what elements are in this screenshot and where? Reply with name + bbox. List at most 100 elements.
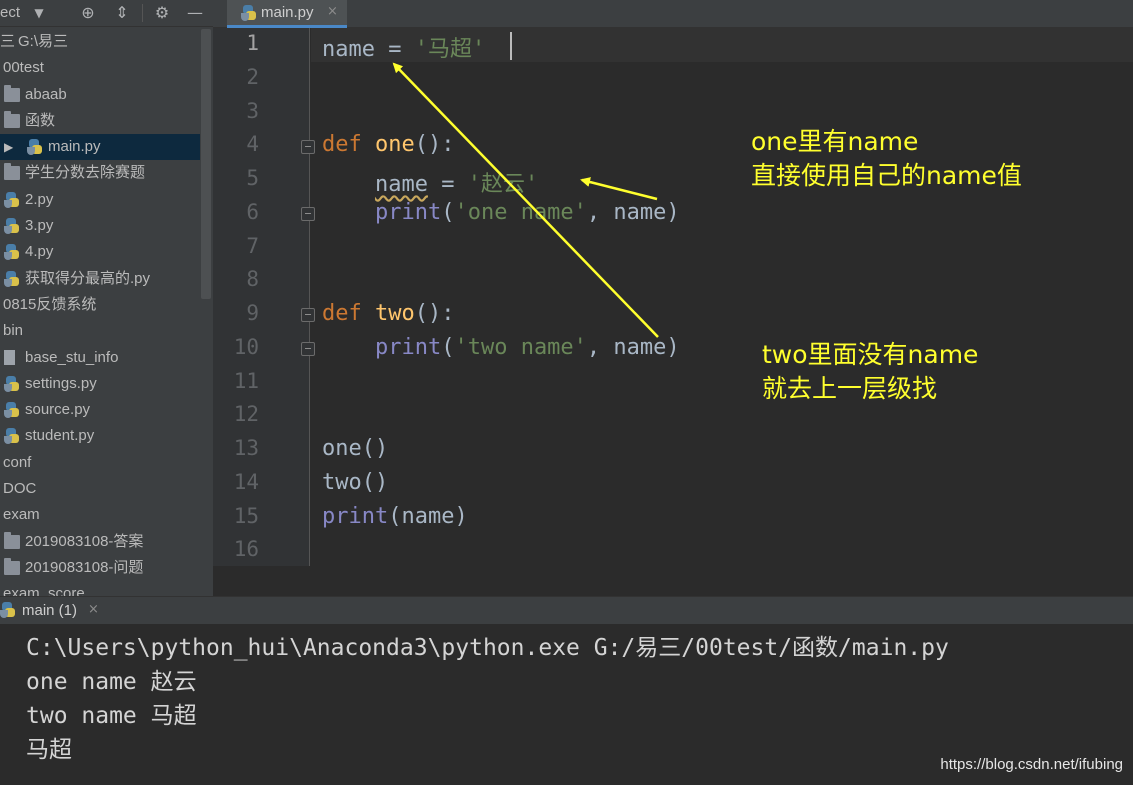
code-editor[interactable]: 1 2 3 4 5 6 7 8 9 10 11 12 13 14 15 16 name = '马超' def … — [213, 28, 1133, 566]
python-file-icon — [27, 139, 43, 156]
line-number: 7 — [246, 233, 259, 258]
project-tree: 三 G:\易三 00test abaab 函数 ▶ main.py 学生分数去除赛题 2.py 3… — [0, 29, 200, 596]
tree-item[interactable]: exam — [0, 502, 200, 528]
code-line-13: one() — [322, 436, 389, 461]
code-line-10: print('two name', name) — [374, 335, 680, 360]
collapse-icon[interactable]: ⇕ — [113, 3, 131, 23]
line-number: 12 — [233, 402, 259, 427]
tree-item[interactable]: exam_score — [0, 581, 200, 596]
tree-item-label: 0815反馈系统 — [3, 295, 97, 313]
folder-icon — [4, 531, 20, 549]
line-number: 6 — [246, 199, 259, 224]
tab-label: main.py — [261, 4, 314, 21]
tree-item-label: 2.py — [25, 190, 54, 208]
tree-item-label: 获取得分最高的.py — [25, 269, 151, 287]
tree-item[interactable]: 获取得分最高的.py — [0, 266, 200, 292]
line-number: 9 — [246, 301, 259, 325]
line-number: 14 — [233, 469, 259, 494]
tree-item[interactable]: base_stu_info — [0, 345, 200, 371]
tree-item-label: abaab — [25, 85, 67, 103]
tree-item[interactable]: 学生分数去除赛题 — [0, 160, 200, 186]
python-file-icon — [4, 270, 20, 287]
tree-item[interactable]: 函数 — [0, 108, 200, 134]
tree-item[interactable]: student.py — [0, 423, 200, 449]
watermark: https://blog.csdn.net/ifubing — [940, 756, 1123, 773]
code-line-5: name = '赵云' — [374, 172, 539, 197]
code-line-15: print(name) — [322, 504, 468, 529]
tree-item-label: 00test — [3, 59, 44, 77]
tree-item-label: 函数 — [25, 111, 56, 129]
tree-item[interactable]: 00test — [0, 55, 200, 81]
line-gutter: 1 2 3 4 5 6 7 8 9 10 11 12 13 14 15 16 — [213, 28, 310, 566]
chevron-down-icon[interactable]: ▼ — [30, 3, 48, 23]
code-line-4: def one(): — [322, 132, 455, 157]
folder-icon — [4, 557, 20, 575]
tree-item[interactable]: 0815反馈系统 — [0, 292, 200, 318]
fold-marker[interactable] — [301, 207, 315, 221]
tree-item-label: exam — [3, 506, 40, 524]
line-number: 1 — [246, 31, 259, 55]
crosshair-icon[interactable]: ⊕ — [79, 3, 97, 23]
expand-arrow-icon[interactable]: ▶ — [4, 134, 13, 160]
tree-item[interactable]: 3.py — [0, 213, 200, 239]
gear-icon[interactable]: ⚙ — [153, 3, 171, 23]
fold-marker[interactable] — [301, 308, 315, 322]
tree-item[interactable]: 2.py — [0, 187, 200, 213]
tree-item-label: student.py — [25, 427, 95, 445]
code-line-9: def two(): — [322, 301, 455, 326]
line-number: 4 — [246, 132, 259, 157]
tree-item[interactable]: 2019083108-答案 — [0, 529, 200, 555]
tree-item[interactable]: ▶ main.py — [0, 134, 200, 161]
text-caret — [510, 32, 512, 60]
tree-item[interactable]: abaab — [0, 82, 200, 108]
folder-icon — [4, 163, 20, 181]
code-line-6: print('one name', name) — [374, 200, 680, 225]
console-line: 马超 — [26, 737, 72, 763]
line-number: 8 — [246, 267, 259, 292]
tree-item[interactable]: conf — [0, 450, 200, 476]
line-number: 3 — [246, 98, 259, 123]
minus-icon[interactable]: — — [186, 3, 204, 23]
tree-item[interactable]: 三 G:\易三 — [0, 29, 200, 55]
tree-item-label: 2019083108-问题 — [25, 558, 144, 576]
fold-marker[interactable] — [301, 342, 315, 356]
python-file-icon — [241, 5, 257, 21]
line-number: 5 — [246, 166, 259, 190]
line-number: 2 — [246, 64, 259, 89]
folder-icon — [4, 84, 20, 102]
editor-tab-bar: main.py × — [213, 0, 1133, 28]
tree-item-label: DOC — [3, 480, 37, 498]
code-line-14: two() — [322, 470, 389, 495]
tree-item[interactable]: source.py — [0, 397, 200, 423]
close-icon[interactable]: × — [327, 4, 338, 19]
tree-item-label: 4.py — [25, 243, 54, 261]
file-icon — [4, 349, 15, 365]
tree-item-prefix: 三 — [0, 33, 16, 50]
project-title: ect — [0, 4, 21, 21]
toolbar-divider — [142, 4, 143, 22]
tree-item[interactable]: bin — [0, 318, 200, 344]
python-file-icon — [4, 191, 20, 208]
tab-main-py[interactable]: main.py × — [227, 0, 347, 28]
line-number: 11 — [233, 368, 259, 393]
python-run-icon — [0, 602, 16, 618]
fold-marker[interactable] — [301, 140, 315, 154]
tree-item-label: conf — [3, 453, 32, 471]
project-panel: ect ▼ ⊕ ⇕ ⚙ — 三 G:\易三 00test abaab 函数 ▶ main.p… — [0, 0, 213, 596]
run-tab-label[interactable]: main (1) — [22, 602, 77, 619]
line-number: 15 — [233, 503, 259, 528]
close-icon[interactable]: × — [88, 602, 99, 617]
line-number: 10 — [233, 334, 259, 359]
folder-icon — [4, 110, 20, 128]
tree-scrollbar[interactable] — [201, 29, 211, 299]
tree-item[interactable]: DOC — [0, 476, 200, 502]
tree-item[interactable]: 4.py — [0, 239, 200, 265]
tree-item-label: settings.py — [25, 374, 97, 392]
console-line: C:\Users\python_hui\Anaconda3\python.exe… — [26, 635, 949, 661]
project-toolbar: ect ▼ ⊕ ⇕ ⚙ — — [0, 0, 213, 27]
tree-item[interactable]: 2019083108-问题 — [0, 555, 200, 581]
python-file-icon — [4, 375, 20, 392]
tree-item[interactable]: settings.py — [0, 371, 200, 397]
run-panel-header: main (1) × — [0, 596, 1133, 624]
code-line-1: name = '马超' — [322, 37, 486, 62]
